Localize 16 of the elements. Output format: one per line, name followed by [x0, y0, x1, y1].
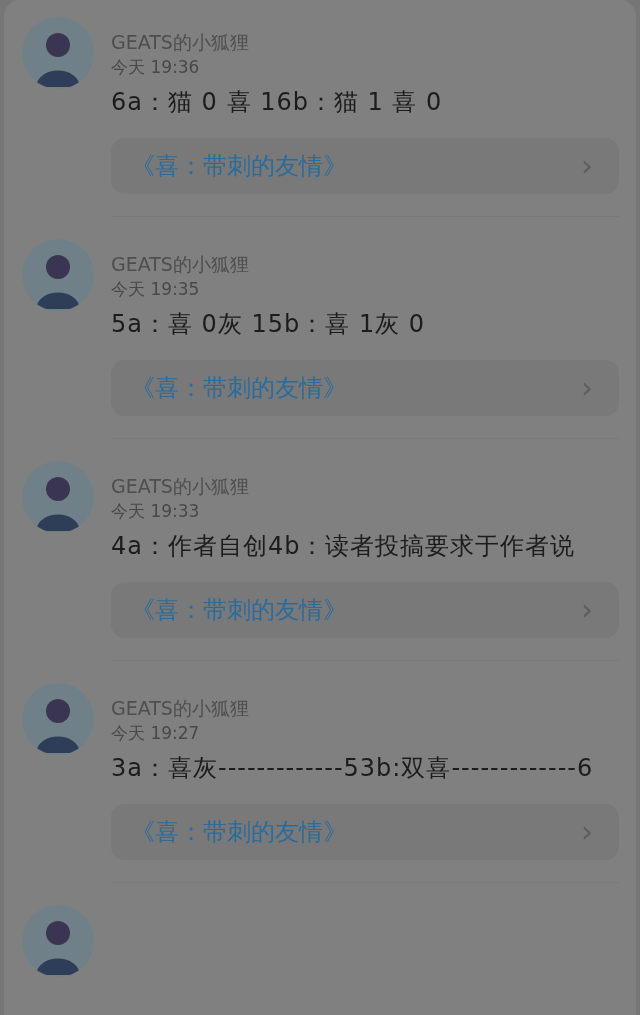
post-time: 今天 19:33	[111, 500, 201, 523]
chevron-icon: ›	[581, 817, 593, 847]
linked-article-card[interactable]: 《喜：带刺的友情》 ›	[111, 138, 619, 194]
post-time: 今天 19:36	[111, 56, 201, 79]
post-time: 今天 19:27	[111, 722, 201, 745]
chevron-icon: ›	[581, 595, 593, 625]
linked-article-card[interactable]: 《喜：带刺的友情》 ›	[111, 582, 619, 638]
chevron-icon: ›	[581, 151, 593, 181]
chevron-icon: ›	[581, 373, 593, 403]
post-text: 3a：喜灰-------------53b:双喜-------------6	[111, 753, 595, 784]
post-text: 4a：作者自创4b：读者投搞要求于作者说	[111, 531, 577, 562]
linked-article-card[interactable]: 《喜：带刺的友情》 ›	[111, 360, 619, 416]
linked-article-card[interactable]: 《喜：带刺的友情》 ›	[111, 804, 619, 860]
post-text: 6a：猫 0 喜 16b：猫 1 喜 0	[111, 87, 444, 118]
post-text: 5a：喜 0灰 15b：喜 1灰 0	[111, 309, 427, 340]
post-time: 今天 19:35	[111, 278, 201, 301]
